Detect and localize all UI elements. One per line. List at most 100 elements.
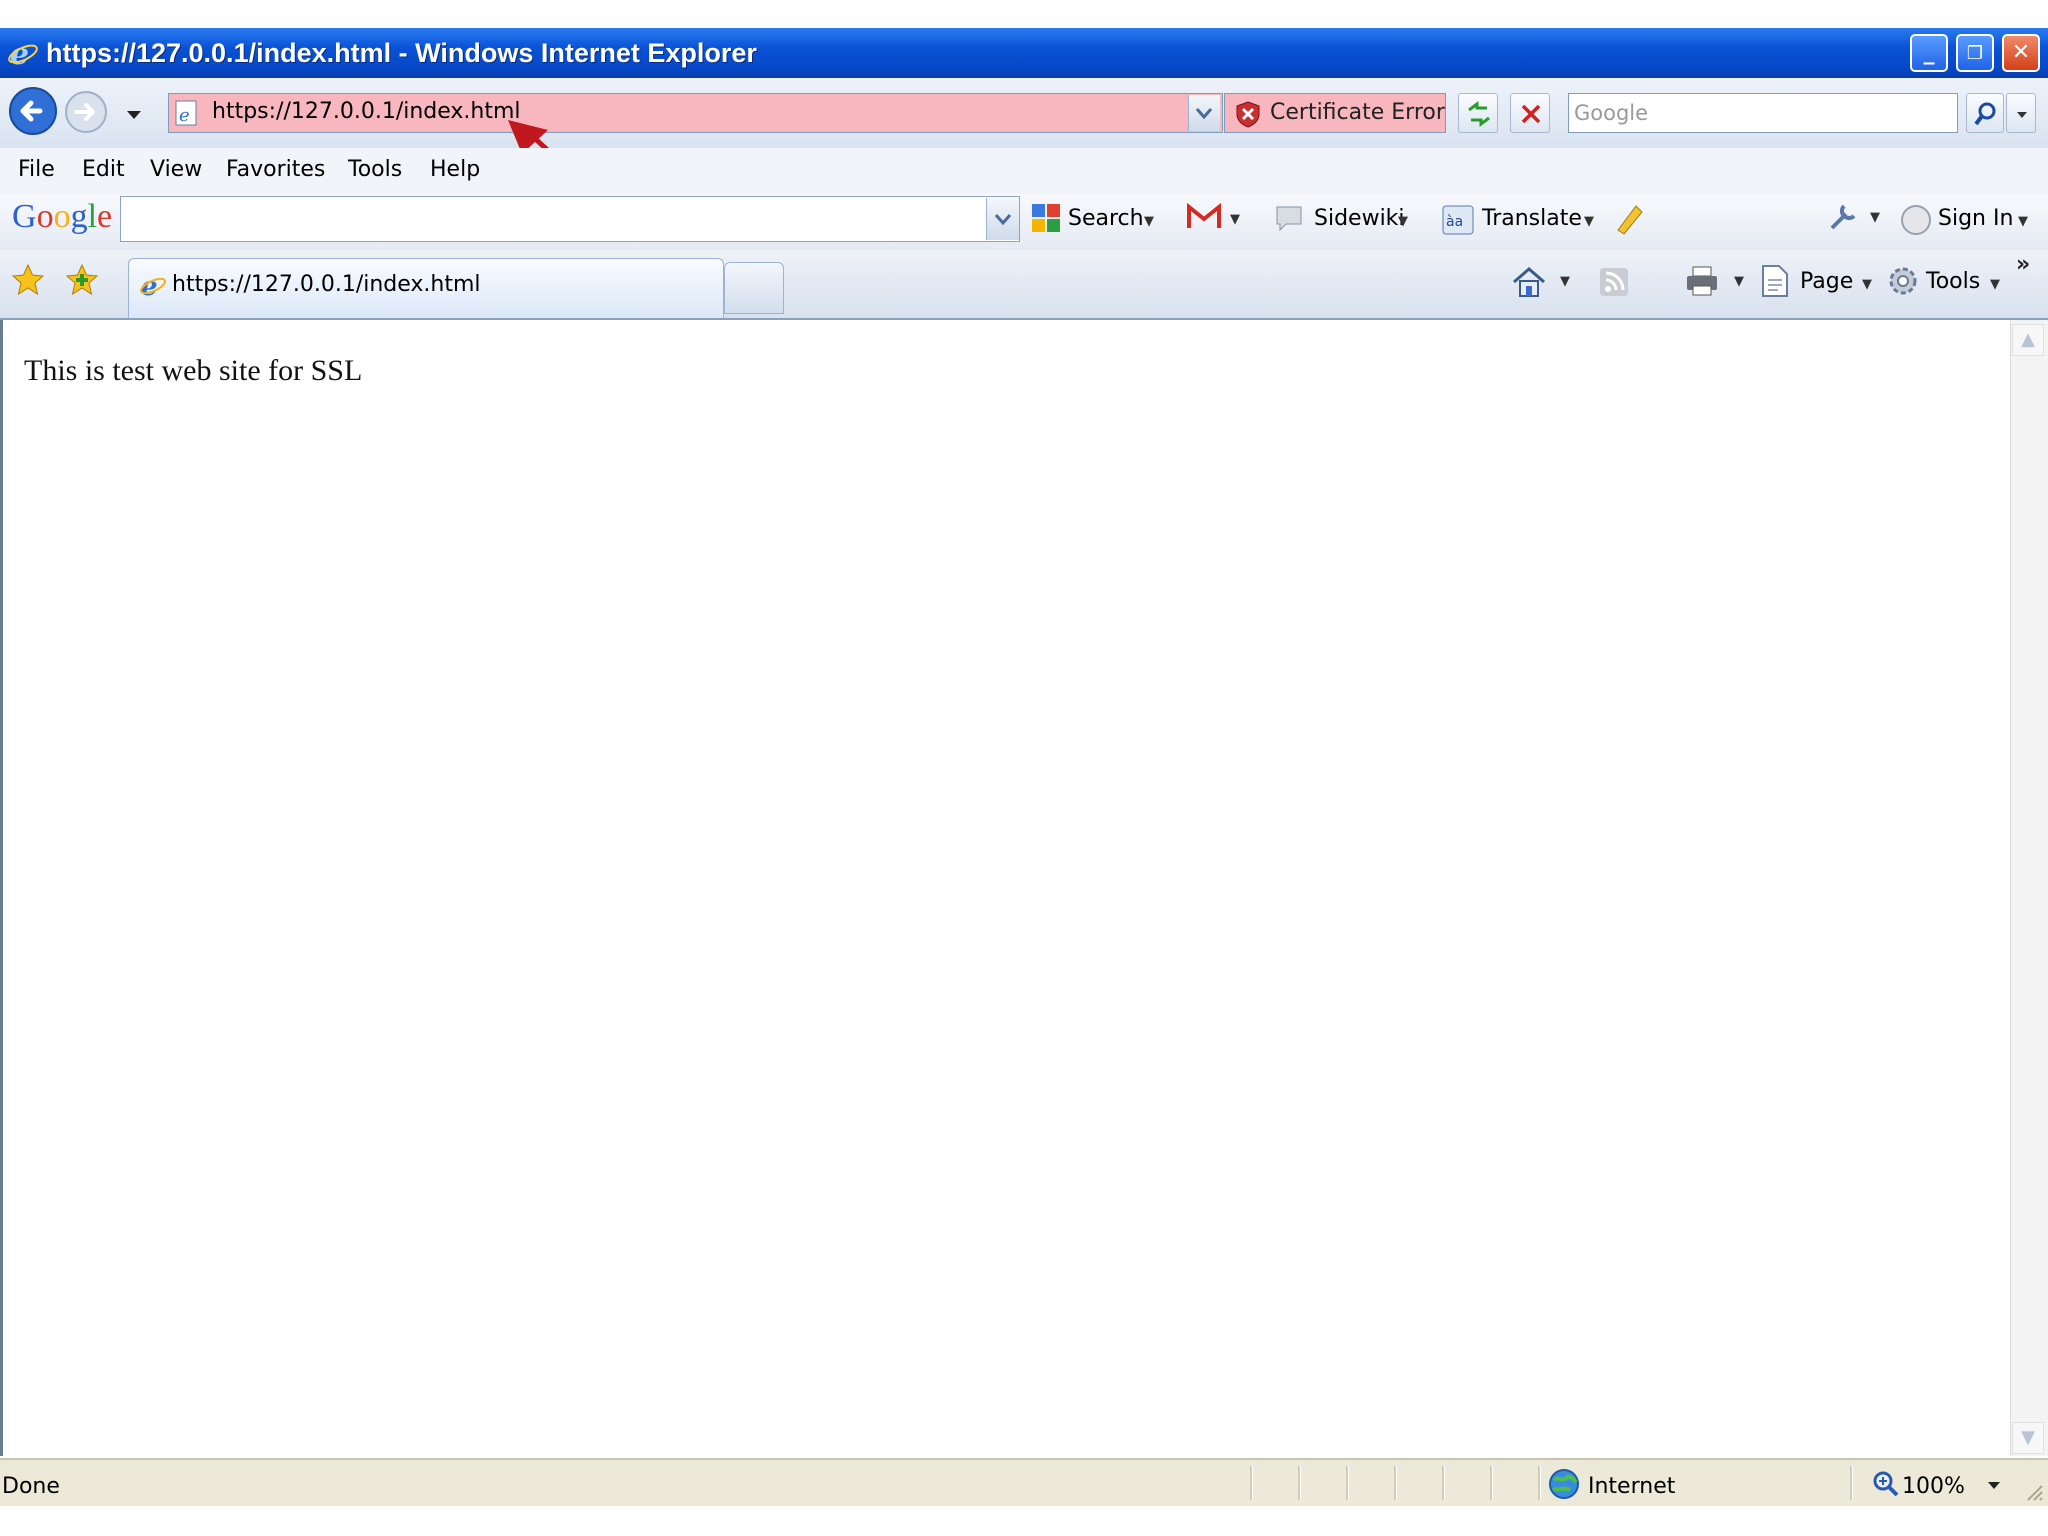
gear-icon [1889,267,1917,295]
chevron-down-icon: ▼ [1870,210,1880,225]
status-divider [1394,1466,1397,1500]
menu-file[interactable]: File [18,157,55,182]
stop-button[interactable] [1510,93,1550,133]
stop-icon [1521,104,1541,124]
translate-label: Translate [1482,206,1582,231]
chevron-down-icon: ▼ [1398,214,1408,229]
chevron-down-icon [2017,112,2027,118]
toolbar-overflow-chevron-icon[interactable]: » [2016,254,2040,276]
feeds-button[interactable] [1598,266,1650,300]
vertical-scrollbar[interactable] [2010,320,2048,1456]
status-divider [1250,1466,1253,1500]
translate-button[interactable]: àa Translate ▼ [1442,200,1600,240]
status-divider [1298,1466,1301,1500]
menu-favorites[interactable]: Favorites [226,157,325,182]
printer-icon [1687,266,1717,296]
scroll-down-arrow-icon[interactable]: ▼ [2012,1422,2044,1454]
restore-button[interactable]: ❐ [1956,34,1994,72]
sidewiki-label: Sidewiki [1314,206,1405,231]
address-dropdown[interactable] [1188,95,1220,131]
chevron-down-icon: ▼ [1560,274,1570,289]
scroll-up-arrow-icon[interactable]: ▲ [2012,324,2044,356]
magnifier-icon [1974,102,1996,126]
close-button[interactable]: ✕ [2002,34,2040,72]
google-logo: Google [12,198,113,235]
google-search-button[interactable]: Search ▼ [1030,200,1165,240]
print-button[interactable]: ▼ [1684,264,1748,300]
chevron-down-icon: ▼ [1734,274,1744,289]
new-tab-button[interactable] [724,262,784,314]
menu-help[interactable]: Help [430,157,480,182]
gmail-button[interactable]: ▼ [1186,202,1246,238]
google-search-icon [1032,204,1060,232]
page-menu-button[interactable]: Page ▼ [1760,262,1878,302]
status-text: Done [2,1474,60,1499]
status-divider [1442,1466,1445,1500]
zoom-level[interactable]: 100% [1902,1474,1965,1499]
sign-in-label: Sign In [1938,206,2014,231]
chevron-down-icon [1195,108,1213,120]
speech-bubble-icon [1276,206,1302,232]
add-favorites-button[interactable] [64,262,100,298]
recent-pages-dropdown[interactable] [126,106,142,119]
menu-view[interactable]: View [150,157,202,182]
google-search-label: Search [1068,206,1144,231]
refresh-icon [1468,101,1490,127]
menu-tools[interactable]: Tools [348,157,402,182]
user-circle-icon [1901,205,1931,235]
page-menu-label: Page [1800,269,1854,294]
rss-feed-icon [1600,268,1628,296]
gmail-icon [1187,202,1221,228]
home-button[interactable]: ▼ [1510,264,1574,300]
chevron-down-icon [994,214,1012,226]
wrench-icon [1830,204,1856,230]
forward-button[interactable] [64,90,108,134]
status-divider [1538,1466,1541,1500]
page-content [0,320,2010,1456]
content-text: This is test web site for SSL [24,354,363,387]
chevron-down-icon: ▼ [1862,277,1872,292]
refresh-button[interactable] [1458,93,1498,133]
window-title: https://127.0.0.1/index.html - Windows I… [46,38,757,68]
google-search-input[interactable] [120,196,1020,242]
tools-menu-button[interactable]: Tools ▼ [1886,262,2004,302]
ie-logo-icon: e [6,36,40,72]
back-button[interactable] [8,86,58,136]
address-url[interactable]: https://127.0.0.1/index.html [212,99,521,124]
certificate-error-label: Certificate Error [1270,100,1445,125]
translate-icon: àa [1442,205,1474,235]
chevron-down-icon: ▼ [1230,212,1240,227]
minimize-button[interactable]: _ [1910,34,1948,72]
chevron-down-icon [1988,1482,2000,1489]
status-divider [1850,1466,1853,1500]
resize-grip-icon[interactable] [2022,1480,2044,1502]
svg-text:àa: àa [1446,214,1463,230]
page-icon: e [174,100,200,126]
restore-icon: ❐ [1966,43,1984,64]
shield-error-icon [1234,100,1262,128]
favorites-center-button[interactable] [10,262,46,298]
search-placeholder: Google [1574,101,1649,125]
tools-menu-label: Tools [1926,269,1981,294]
close-icon: ✕ [2011,40,2031,65]
star-icon [11,263,45,296]
sidewiki-button[interactable]: Sidewiki ▼ [1274,200,1414,240]
minimize-icon: _ [1923,40,1935,65]
tab-title: https://127.0.0.1/index.html [172,272,481,297]
status-divider [1490,1466,1493,1500]
menu-edit[interactable]: Edit [82,157,125,182]
chevron-down-icon: ▼ [1144,214,1154,229]
search-options-dropdown[interactable] [2006,93,2036,133]
zoom-dropdown[interactable] [1986,1478,2002,1492]
tab-ie-icon: e [138,270,168,302]
toolbar-settings-button[interactable]: ▼ [1826,200,1882,236]
highlighter-button[interactable] [1612,200,1646,236]
search-button[interactable] [1966,93,2004,133]
google-search-dropdown[interactable] [986,198,1019,240]
chevron-down-icon: ▼ [1990,277,2000,292]
highlighter-icon [1617,205,1643,235]
home-icon [1513,267,1545,297]
internet-zone-label: Internet [1588,1474,1676,1499]
chevron-down-icon: ▼ [1584,214,1594,229]
sign-in-button[interactable]: Sign In ▼ [1900,200,2030,240]
